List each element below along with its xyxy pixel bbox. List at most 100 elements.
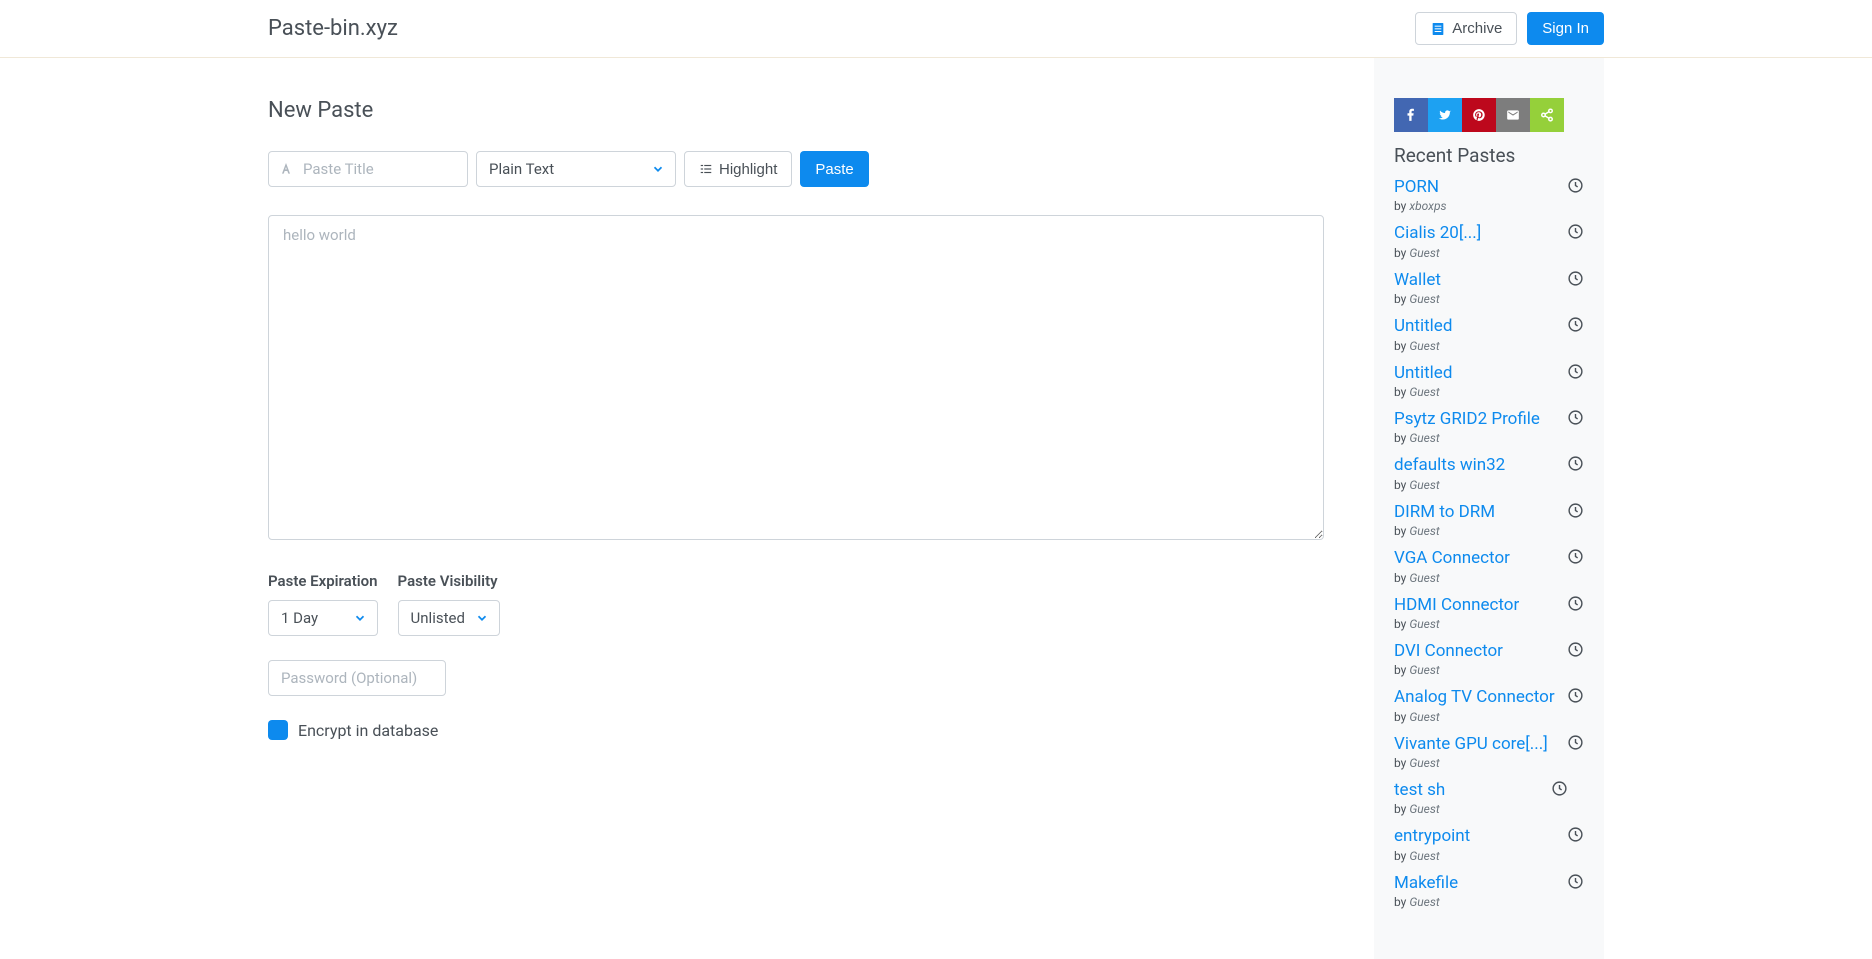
title-input-wrap	[268, 151, 468, 187]
visibility-select[interactable]: Unlisted	[398, 600, 500, 636]
recent-paste-author: by Guest	[1394, 246, 1563, 260]
recent-paste-link[interactable]: DIRM to DRM	[1394, 502, 1563, 522]
recent-paste-author: by Guest	[1394, 478, 1563, 492]
recent-paste-author: by Guest	[1394, 571, 1563, 585]
paste-title-input[interactable]	[268, 151, 468, 187]
recent-paste-item: Cialis 20[...] by Guest	[1394, 223, 1584, 259]
recent-paste-link[interactable]: Untitled	[1394, 316, 1563, 336]
recent-paste-author: by Guest	[1394, 617, 1563, 631]
clock-icon	[1567, 316, 1584, 333]
share-row	[1394, 98, 1584, 132]
paste-content-textarea[interactable]	[268, 215, 1324, 540]
recent-paste-link[interactable]: DVI Connector	[1394, 641, 1563, 661]
twitter-icon	[1438, 108, 1452, 122]
recent-paste-link[interactable]: HDMI Connector	[1394, 595, 1563, 615]
recent-paste-author: by Guest	[1394, 663, 1563, 677]
recent-paste-author: by Guest	[1394, 339, 1563, 353]
password-input[interactable]	[268, 660, 446, 696]
clock-icon	[1567, 177, 1584, 194]
brand-logo[interactable]: Paste-bin.xyz	[268, 16, 398, 41]
recent-paste-item: test shby Guest	[1394, 780, 1584, 816]
clock-icon	[1567, 595, 1584, 612]
paste-button[interactable]: Paste	[800, 151, 868, 187]
signin-button[interactable]: Sign In	[1527, 12, 1604, 45]
facebook-icon	[1404, 108, 1418, 122]
recent-pastes-list: PORNby xboxpsCialis 20[...]by GuestWalle…	[1394, 177, 1584, 909]
clock-icon	[1567, 641, 1584, 658]
syntax-value: Plain Text	[489, 160, 554, 178]
pinterest-share-button[interactable]	[1462, 98, 1496, 132]
clock-icon	[1567, 270, 1584, 287]
recent-paste-item: Untitled by Guest	[1394, 363, 1584, 399]
clock-icon	[1567, 873, 1584, 890]
recent-paste-link[interactable]: entrypoint	[1394, 826, 1563, 846]
visibility-value: Unlisted	[411, 609, 465, 627]
chevron-down-icon	[353, 611, 367, 625]
clock-icon	[1567, 734, 1584, 751]
expiration-label: Paste Expiration	[268, 572, 378, 590]
recent-paste-author: by Guest	[1394, 431, 1563, 445]
clock-icon	[1567, 502, 1584, 519]
recent-paste-link[interactable]: PORN	[1394, 177, 1563, 197]
clock-icon	[1567, 223, 1584, 240]
recent-paste-link[interactable]: Vivante GPU core[...]	[1394, 734, 1563, 754]
recent-paste-item: DIRM to DRM by Guest	[1394, 502, 1584, 538]
chevron-down-icon	[475, 611, 489, 625]
expiration-value: 1 Day	[281, 609, 318, 627]
recent-paste-item: VGA Connector by Guest	[1394, 548, 1584, 584]
recent-paste-link[interactable]: Analog TV Connector	[1394, 687, 1563, 707]
recent-paste-item: DVI Connector by Guest	[1394, 641, 1584, 677]
recent-paste-link[interactable]: Makefile	[1394, 873, 1563, 893]
recent-paste-author: by Guest	[1394, 849, 1563, 863]
chevron-down-icon	[651, 162, 665, 176]
recent-paste-author: by Guest	[1394, 385, 1563, 399]
pinterest-icon	[1472, 108, 1486, 122]
clock-icon	[1567, 455, 1584, 472]
recent-paste-link[interactable]: Cialis 20[...]	[1394, 223, 1563, 243]
recent-paste-item: entrypoint by Guest	[1394, 826, 1584, 862]
recent-paste-link[interactable]: Psytz GRID2 Profile	[1394, 409, 1563, 429]
recent-paste-item: Analog TV Connector by Guest	[1394, 687, 1584, 723]
recent-paste-author: by Guest	[1394, 524, 1563, 538]
recent-paste-item: Untitled by Guest	[1394, 316, 1584, 352]
highlight-button[interactable]: Highlight	[684, 151, 792, 187]
share-icon	[1540, 108, 1554, 122]
recent-paste-item: Vivante GPU core[...]by Guest	[1394, 734, 1584, 770]
recent-paste-item: PORN by xboxps	[1394, 177, 1584, 213]
recent-paste-item: Psytz GRID2 Profile by Guest	[1394, 409, 1584, 445]
recent-paste-item: Makefile by Guest	[1394, 873, 1584, 909]
clock-icon	[1567, 826, 1584, 843]
recent-paste-link[interactable]: Wallet	[1394, 270, 1563, 290]
encrypt-checkbox[interactable]	[268, 720, 288, 740]
email-share-button[interactable]	[1496, 98, 1530, 132]
clock-icon	[1551, 780, 1568, 797]
recent-paste-author: by Guest	[1394, 292, 1563, 306]
recent-paste-item: Wallet by Guest	[1394, 270, 1584, 306]
twitter-share-button[interactable]	[1428, 98, 1462, 132]
recent-paste-author: by Guest	[1394, 710, 1563, 724]
recent-paste-link[interactable]: VGA Connector	[1394, 548, 1563, 568]
highlight-icon	[699, 162, 713, 176]
syntax-select[interactable]: Plain Text	[476, 151, 676, 187]
facebook-share-button[interactable]	[1394, 98, 1428, 132]
highlight-label: Highlight	[719, 161, 777, 178]
clock-icon	[1567, 409, 1584, 426]
encrypt-label: Encrypt in database	[298, 721, 438, 740]
recent-paste-item: HDMI Connector by Guest	[1394, 595, 1584, 631]
clock-icon	[1567, 548, 1584, 565]
recent-pastes-title: Recent Pastes	[1394, 144, 1584, 167]
recent-paste-author: by xboxps	[1394, 199, 1563, 213]
recent-paste-link[interactable]: defaults win32	[1394, 455, 1563, 475]
archive-button[interactable]: Archive	[1415, 12, 1517, 45]
clock-icon	[1567, 687, 1584, 704]
email-icon	[1506, 108, 1520, 122]
recent-paste-link[interactable]: test sh	[1394, 780, 1547, 800]
recent-paste-author: by Guest	[1394, 895, 1563, 909]
expiration-select[interactable]: 1 Day	[268, 600, 378, 636]
main-content: New Paste Plain Text Highlight	[268, 58, 1374, 959]
visibility-label: Paste Visibility	[398, 572, 500, 590]
share-share-button[interactable]	[1530, 98, 1564, 132]
clock-icon	[1567, 363, 1584, 380]
archive-icon	[1430, 21, 1446, 37]
recent-paste-link[interactable]: Untitled	[1394, 363, 1563, 383]
